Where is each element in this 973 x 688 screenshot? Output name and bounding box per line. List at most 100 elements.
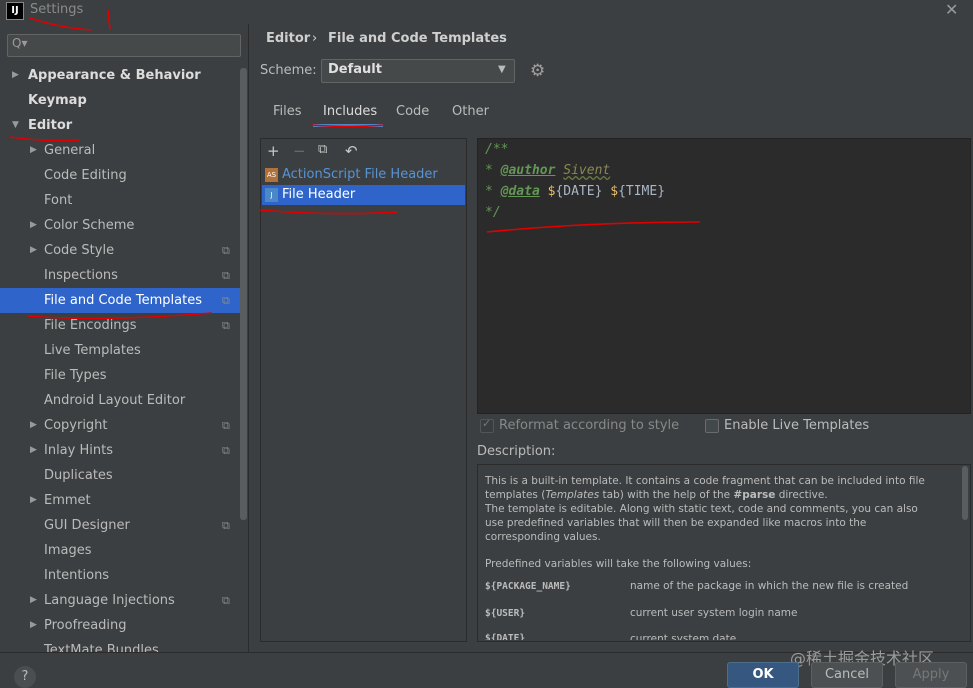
add-icon[interactable]: + <box>267 142 280 160</box>
sidebar-item-font[interactable]: Font <box>0 188 240 213</box>
search-icon: Q▾ <box>12 36 28 50</box>
chevron-right-icon[interactable]: ▶ <box>30 613 37 638</box>
reset-icon[interactable]: ↶ <box>345 142 358 160</box>
description-paragraph-2: The template is editable. Along with sta… <box>485 503 918 543</box>
sidebar-item-inlay-hints[interactable]: ▶ Inlay Hints ⧉ <box>0 438 240 463</box>
sidebar-item-label: Code Style <box>44 243 115 258</box>
tab-other[interactable]: Other <box>452 104 489 119</box>
sidebar-item-file-encodings[interactable]: File Encodings ⧉ <box>0 313 240 338</box>
chevron-right-icon[interactable]: ▶ <box>12 63 19 88</box>
sidebar-item-appearance-behavior[interactable]: ▶ Appearance & Behavior <box>0 63 240 88</box>
template-item-actionscript[interactable]: AS ActionScript File Header <box>262 165 465 185</box>
code-line-1: /** <box>485 142 509 157</box>
chevron-right-icon[interactable]: ▶ <box>30 488 37 513</box>
sidebar-item-label: GUI Designer <box>44 518 130 533</box>
remove-icon[interactable]: − <box>293 142 306 160</box>
sidebar-item-duplicates[interactable]: Duplicates <box>0 463 240 488</box>
sidebar-item-label: Color Scheme <box>44 218 135 233</box>
settings-tree: ▶ Appearance & Behavior Keymap ▼ Editor ▶ Gene… <box>0 63 248 652</box>
sidebar-item-live-templates[interactable]: Live Templates <box>0 338 240 363</box>
sidebar-item-images[interactable]: Images <box>0 538 240 563</box>
breadcrumb-separator-icon: › <box>312 31 318 46</box>
sidebar-item-code-editing[interactable]: Code Editing <box>0 163 240 188</box>
scheme-value: Default <box>328 62 382 77</box>
template-item-file-header[interactable]: J File Header <box>262 185 465 205</box>
apply-button[interactable]: Apply <box>895 662 967 688</box>
description-paragraph-3: Predefined variables will take the follo… <box>485 558 752 570</box>
chevron-right-icon[interactable]: ▶ <box>30 413 37 438</box>
close-icon[interactable]: ✕ <box>945 0 958 19</box>
sidebar-item-file-and-code-templates[interactable]: File and Code Templates ⧉ <box>0 288 240 313</box>
description-scrollbar[interactable] <box>962 466 968 520</box>
variable-description: current system date <box>630 633 737 640</box>
copy-icon[interactable]: ⧉ <box>318 142 327 157</box>
sidebar-item-textmate-bundles[interactable]: TextMate Bundles <box>0 638 240 652</box>
tab-code[interactable]: Code <box>396 104 429 119</box>
ok-button[interactable]: OK <box>727 662 799 688</box>
chevron-right-icon[interactable]: ▶ <box>30 238 37 263</box>
cancel-button[interactable]: Cancel <box>811 662 883 688</box>
intellij-icon: IJ <box>6 2 24 20</box>
sidebar-item-label: Code Editing <box>44 168 127 183</box>
project-settings-icon: ⧉ <box>222 269 230 282</box>
sidebar-item-file-types[interactable]: File Types <box>0 363 240 388</box>
description-paragraph-1: This is a built-in template. It contains… <box>485 475 925 501</box>
template-item-label: ActionScript File Header <box>282 167 438 182</box>
description-label: Description: <box>477 444 556 459</box>
sidebar-item-label: Inlay Hints <box>44 443 113 458</box>
chevron-right-icon[interactable]: ▶ <box>30 213 37 238</box>
sidebar-item-label: File and Code Templates <box>44 293 202 308</box>
sidebar-item-editor[interactable]: ▼ Editor <box>0 113 240 138</box>
project-settings-icon: ⧉ <box>222 244 230 257</box>
sidebar-item-general[interactable]: ▶ General <box>0 138 240 163</box>
sidebar-item-label: Emmet <box>44 493 91 508</box>
chevron-right-icon[interactable]: ▶ <box>30 438 37 463</box>
chevron-down-icon[interactable]: ▼ <box>12 113 19 138</box>
tab-files[interactable]: Files <box>273 104 302 119</box>
chevron-right-icon[interactable]: ▶ <box>30 588 37 613</box>
project-settings-icon: ⧉ <box>222 519 230 532</box>
variable-description: current user system login name <box>630 607 798 619</box>
active-tab-indicator <box>313 124 383 127</box>
sidebar-item-emmet[interactable]: ▶ Emmet <box>0 488 240 513</box>
sidebar-item-label: Editor <box>28 118 73 133</box>
sidebar-item-intentions[interactable]: Intentions <box>0 563 240 588</box>
variable-name: ${DATE} <box>485 633 526 640</box>
breadcrumb-parent[interactable]: Editor <box>266 31 310 46</box>
variable-description: name of the package in which the new fil… <box>630 580 909 592</box>
project-settings-icon: ⧉ <box>222 294 230 307</box>
templates-list-panel <box>260 138 467 642</box>
sidebar-item-label: TextMate Bundles <box>44 643 159 652</box>
sidebar-item-label: Android Layout Editor <box>44 393 186 408</box>
actionscript-file-icon: AS <box>265 168 278 182</box>
divider <box>248 24 249 652</box>
sidebar-item-proofreading[interactable]: ▶ Proofreading <box>0 613 240 638</box>
tab-includes[interactable]: Includes <box>323 104 377 119</box>
gear-icon[interactable]: ⚙ <box>530 61 545 81</box>
settings-search-input[interactable] <box>7 34 241 57</box>
project-settings-icon: ⧉ <box>222 419 230 432</box>
sidebar-item-color-scheme[interactable]: ▶ Color Scheme <box>0 213 240 238</box>
chevron-right-icon[interactable]: ▶ <box>30 138 37 163</box>
live-templates-checkbox[interactable] <box>705 419 719 433</box>
reformat-checkbox[interactable]: ✓ <box>480 417 494 433</box>
sidebar-scrollbar[interactable] <box>240 68 247 520</box>
java-file-icon: J <box>265 188 278 202</box>
sidebar-item-label: Font <box>44 193 73 208</box>
template-code-editor[interactable] <box>477 138 971 414</box>
breadcrumb-current: File and Code Templates <box>328 31 507 46</box>
help-button[interactable]: ? <box>14 666 36 688</box>
scheme-label: Scheme: <box>260 63 317 78</box>
sidebar-item-label: Inspections <box>44 268 118 283</box>
sidebar-item-label: Language Injections <box>44 593 175 608</box>
sidebar-item-gui-designer[interactable]: GUI Designer ⧉ <box>0 513 240 538</box>
window-title: Settings <box>30 2 84 17</box>
sidebar-item-label: Live Templates <box>44 343 141 358</box>
sidebar-item-copyright[interactable]: ▶ Copyright ⧉ <box>0 413 240 438</box>
sidebar-item-label: General <box>44 143 96 158</box>
sidebar-item-keymap[interactable]: Keymap <box>0 88 240 113</box>
sidebar-item-code-style[interactable]: ▶ Code Style ⧉ <box>0 238 240 263</box>
sidebar-item-android-layout-editor[interactable]: Android Layout Editor <box>0 388 240 413</box>
sidebar-item-language-injections[interactable]: ▶ Language Injections ⧉ <box>0 588 240 613</box>
sidebar-item-inspections[interactable]: Inspections ⧉ <box>0 263 240 288</box>
